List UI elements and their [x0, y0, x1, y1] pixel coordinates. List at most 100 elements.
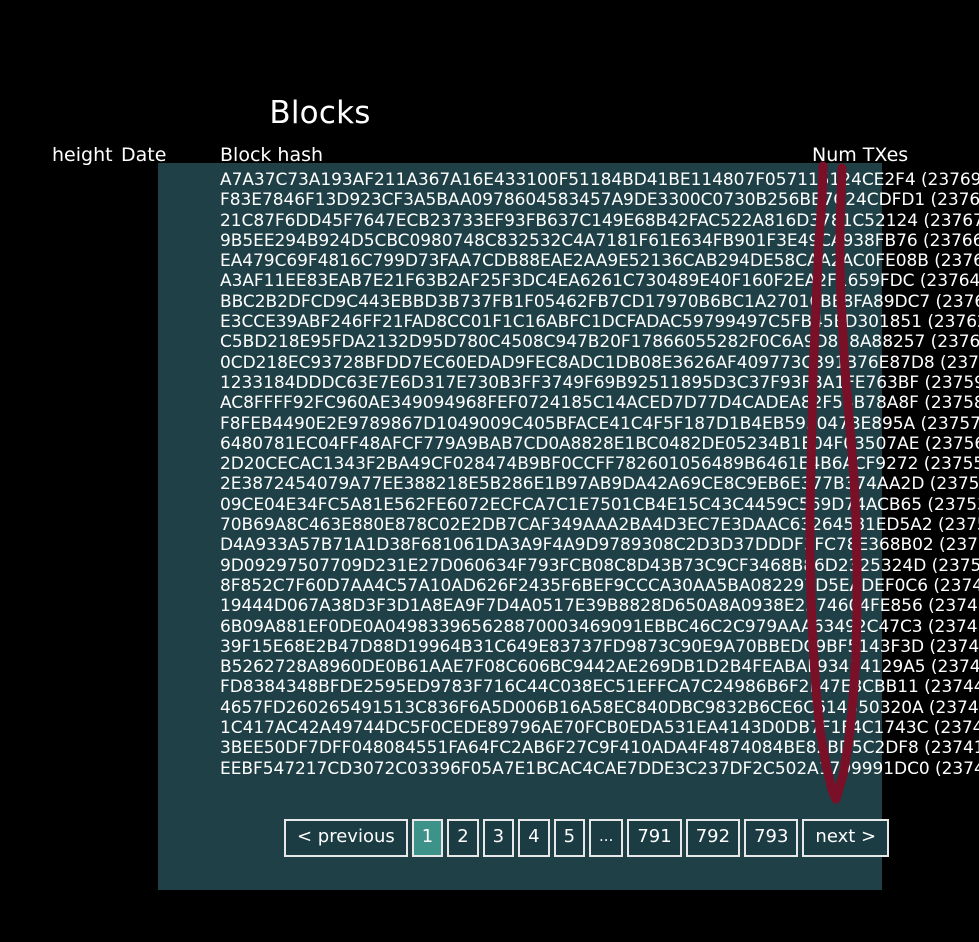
block-hash-cell[interactable]: 6480781EC04FF48AFCF779A9BAB7CD0A8828E1BC… — [220, 434, 919, 454]
num-txes-cell: (23745) — [926, 657, 979, 677]
num-txes-cell: (23753) — [922, 495, 979, 515]
num-txes-cell: (23761) — [925, 332, 979, 352]
block-hash-cell[interactable]: 4657FD260265491513C836F6A5D006B16A58EC84… — [220, 698, 924, 718]
table-row[interactable]: FD8384348BFDE2595ED9783F716C44C038EC51EF… — [220, 677, 979, 697]
table-row[interactable]: 1C417AC42A49744DC5F0CEDE89796AE70FCB0EDA… — [220, 718, 979, 738]
block-hash-cell[interactable]: 6B09A881EF0DE0A049833965628870003469091E… — [220, 617, 923, 637]
block-hash-cell[interactable]: 3BEE50DF7DFF048084551FA64FC2AB6F27C9F410… — [220, 738, 919, 758]
num-txes-cell: (23740) — [930, 759, 979, 779]
table-row[interactable]: 2D20CECAC1343F2BA49CF028474B9BF0CCFF7826… — [220, 454, 979, 474]
table-row[interactable]: 1233184DDDC63E7E6D317E730B3FF3749F69B925… — [220, 373, 979, 393]
table-row[interactable]: 70B69A8C463E880E878C02E2DB7CAF349AAA2BA4… — [220, 515, 979, 535]
num-txes-value: 23769 — [927, 170, 979, 190]
block-hash-cell[interactable]: F8FEB4490E2E9789867D1049009C405BFACE41C4… — [220, 414, 915, 434]
block-hash-cell[interactable]: BBC2B2DFCD9C443EBBD3B737FB1F05462FB7CD17… — [220, 292, 930, 312]
table-row[interactable]: 8F852C7F60D7AA4C57A10AD626F2435F6BEF9CCC… — [220, 576, 979, 596]
block-hash-cell[interactable]: 9B5EE294B924D5CBC0980748C832532C4A7181F6… — [220, 231, 918, 251]
block-hash-cell[interactable]: 2D20CECAC1343F2BA49CF028474B9BF0CCFF7826… — [220, 454, 918, 474]
block-hash-cell[interactable]: 39F15E68E2B47D88D19964B31C649E83737FD987… — [220, 637, 924, 657]
block-hash-cell[interactable]: EA479C69F4816C799D73FAA7CDB88EAE2AA9E521… — [220, 251, 929, 271]
pagination-page-1[interactable]: 1 — [411, 819, 444, 857]
num-txes-value: 23760 — [946, 352, 979, 373]
num-txes-value: 23764 — [926, 271, 979, 292]
num-txes-value: 23753 — [933, 494, 979, 515]
pagination-previous-button[interactable]: < previous — [284, 819, 408, 857]
block-hash-cell[interactable]: 21C87F6DD45F7647ECB23733EF93FB637C149E68… — [220, 211, 918, 231]
pagination-page-793[interactable]: 793 — [744, 819, 799, 857]
num-txes-value: 23742 — [940, 718, 979, 739]
block-hash-cell[interactable]: C5BD218E95FDA2132D95D780C4508C947B20F178… — [220, 332, 925, 352]
table-row[interactable]: 21C87F6DD45F7647ECB23733EF93FB637C149E68… — [220, 211, 979, 231]
pagination-page-791[interactable]: 791 — [627, 819, 682, 857]
table-row[interactable]: E3CCE39ABF246FF21FAD8CC01F1C16ABFC1DCFAD… — [220, 312, 979, 332]
page-title: Blocks — [269, 95, 371, 131]
block-hash-cell[interactable]: D4A933A57B71A1D38F681061DA3A9F4A9D978930… — [220, 535, 934, 555]
num-txes-cell: (23766) — [918, 231, 979, 251]
num-txes-value: 23768 — [937, 190, 979, 211]
pagination-page-5[interactable]: 5 — [553, 819, 586, 857]
pagination-next-button[interactable]: next > — [802, 819, 890, 857]
table-row[interactable]: 39F15E68E2B47D88D19964B31C649E83737FD987… — [220, 637, 979, 657]
table-row[interactable]: 6B09A881EF0DE0A049833965628870003469091E… — [220, 617, 979, 637]
num-txes-value: 23746 — [936, 636, 979, 657]
column-header-date: Date — [121, 144, 167, 166]
num-txes-value: 23765 — [940, 251, 979, 272]
num-txes-cell: (23743) — [924, 698, 979, 718]
table-row[interactable]: F8FEB4490E2E9789867D1049009C405BFACE41C4… — [220, 414, 979, 434]
block-hash-cell[interactable]: 09CE04E34FC5A81E562FE6072ECFCA7C1E7501CB… — [220, 495, 922, 515]
table-row[interactable]: EA479C69F4816C799D73FAA7CDB88EAE2AA9E521… — [220, 251, 979, 271]
num-txes-cell: (23751) — [934, 535, 979, 555]
num-txes-value: 23751 — [945, 535, 979, 556]
num-txes-cell: (23747) — [923, 617, 979, 637]
table-row[interactable]: 19444D067A38D3F3D1A8EA9F7D4A0517E39B8828… — [220, 596, 979, 616]
table-row[interactable]: B5262728A8960DE0B61AAE7F08C606BC9442AE26… — [220, 657, 979, 677]
table-row[interactable]: 0CD218EC93728BFDD7EC60EDAD9FEC8ADC1DB08E… — [220, 353, 979, 373]
block-hash-cell[interactable]: 9D09297507709D231E27D060634F793FCB08C8D4… — [220, 556, 926, 576]
block-hash-cell[interactable]: 1233184DDDC63E7E6D317E730B3FF3749F69B925… — [220, 373, 919, 393]
block-hash-cell[interactable]: EEBF547217CD3072C03396F05A7E1BCAC4CAE7DD… — [220, 759, 930, 779]
table-row[interactable]: D4A933A57B71A1D38F681061DA3A9F4A9D978930… — [220, 535, 979, 555]
num-txes-value: 23766 — [929, 230, 979, 251]
table-row[interactable]: A7A37C73A193AF211A367A16E433100F51184BD4… — [220, 170, 979, 190]
block-hash-cell[interactable]: B5262728A8960DE0B61AAE7F08C606BC9442AE26… — [220, 657, 926, 677]
block-hash-cell[interactable]: 19444D067A38D3F3D1A8EA9F7D4A0517E39B8828… — [220, 596, 923, 616]
num-txes-cell: (23762) — [922, 312, 979, 332]
table-row[interactable]: AC8FFFF92FC960AE349094968FEF0724185C14AC… — [220, 393, 979, 413]
block-hash-cell[interactable]: 8F852C7F60D7AA4C57A10AD626F2435F6BEF9CCC… — [220, 576, 928, 596]
num-txes-cell: (23749) — [928, 576, 979, 596]
pagination-page-4[interactable]: 4 — [518, 819, 550, 857]
table-row[interactable]: 9B5EE294B924D5CBC0980748C832532C4A7181F6… — [220, 231, 979, 251]
pagination: < previous 1 2 3 4 5... 791 792 793 next > — [284, 819, 890, 857]
block-hash-cell[interactable]: 70B69A8C463E880E878C02E2DB7CAF349AAA2BA4… — [220, 515, 933, 535]
table-row[interactable]: 3BEE50DF7DFF048084551FA64FC2AB6F27C9F410… — [220, 738, 979, 758]
block-hash-cell[interactable]: A7A37C73A193AF211A367A16E433100F51184BD4… — [220, 170, 916, 190]
block-hash-cell[interactable]: 1C417AC42A49744DC5F0CEDE89796AE70FCB0EDA… — [220, 718, 928, 738]
table-row[interactable]: 6480781EC04FF48AFCF779A9BAB7CD0A8828E1BC… — [220, 434, 979, 454]
block-hash-cell[interactable]: F83E7846F13D923CF3A5BAA0978604583457A9DE… — [220, 190, 925, 210]
num-txes-value: 23747 — [934, 616, 979, 637]
num-txes-value: 23757 — [927, 413, 979, 434]
num-txes-cell: (23748) — [923, 596, 979, 616]
table-row[interactable]: 09CE04E34FC5A81E562FE6072ECFCA7C1E7501CB… — [220, 495, 979, 515]
table-row[interactable]: F83E7846F13D923CF3A5BAA0978604583457A9DE… — [220, 190, 979, 210]
pagination-ellipsis: ... — [589, 819, 624, 857]
table-row[interactable]: BBC2B2DFCD9C443EBBD3B737FB1F05462FB7CD17… — [220, 292, 979, 312]
block-hash-cell[interactable]: 0CD218EC93728BFDD7EC60EDAD9FEC8ADC1DB08E… — [220, 353, 935, 373]
table-row[interactable]: C5BD218E95FDA2132D95D780C4508C947B20F178… — [220, 332, 979, 352]
pagination-page-2[interactable]: 2 — [447, 819, 479, 857]
table-row[interactable]: 9D09297507709D231E27D060634F793FCB08C8D4… — [220, 556, 979, 576]
block-hash-cell[interactable]: 2E3872454079A77EE388218E5B286E1B97AB9DA4… — [220, 474, 924, 494]
pagination-page-792[interactable]: 792 — [685, 819, 741, 857]
table-row[interactable]: A3AF11EE83EAB7E21F63B2AF25F3DC4EA6261C73… — [220, 271, 979, 291]
pagination-page-3[interactable]: 3 — [482, 819, 515, 857]
block-hash-cell[interactable]: AC8FFFF92FC960AE349094968FEF0724185C14AC… — [220, 393, 919, 413]
num-txes-cell: (23763) — [930, 292, 979, 312]
table-row[interactable]: EEBF547217CD3072C03396F05A7E1BCAC4CAE7DD… — [220, 759, 979, 779]
num-txes-value: 23762 — [933, 312, 979, 333]
block-hash-cell[interactable]: FD8384348BFDE2595ED9783F716C44C038EC51EF… — [220, 677, 919, 697]
block-hash-cell[interactable]: A3AF11EE83EAB7E21F63B2AF25F3DC4EA6261C73… — [220, 271, 915, 291]
block-hash-cell[interactable]: E3CCE39ABF246FF21FAD8CC01F1C16ABFC1DCFAD… — [220, 312, 922, 332]
table-row[interactable]: 2E3872454079A77EE388218E5B286E1B97AB9DA4… — [220, 474, 979, 494]
num-txes-value: 23750 — [938, 555, 979, 576]
table-row[interactable]: 4657FD260265491513C836F6A5D006B16A58EC84… — [220, 698, 979, 718]
